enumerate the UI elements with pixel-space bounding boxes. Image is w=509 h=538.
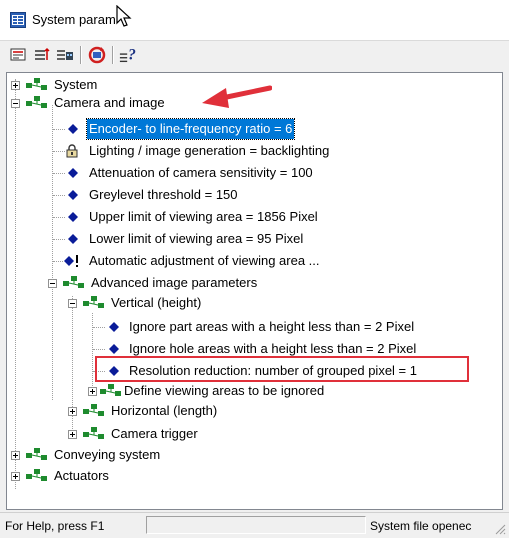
tree-connector <box>53 173 65 174</box>
tree-item-label: Encoder- to line-frequency ratio = 6 <box>85 118 296 140</box>
collapse-minus-icon[interactable] <box>68 299 77 308</box>
find-icon[interactable] <box>55 45 75 65</box>
tree-connector <box>93 327 105 328</box>
highlight-box <box>95 356 469 382</box>
folder-group-icon <box>26 448 47 460</box>
status-file-text: System file openec <box>370 519 472 533</box>
folder-group-icon <box>100 384 121 396</box>
folder-group-icon <box>83 404 104 416</box>
parameter-diamond-icon <box>68 124 78 134</box>
tree-item-label: Upper limit of viewing area = 1856 Pixel <box>89 209 318 224</box>
folder-group-icon <box>26 78 47 90</box>
tree-connector <box>53 217 65 218</box>
tree-item-label: Lower limit of viewing area = 95 Pixel <box>89 231 304 246</box>
tree-item-define-viewing-areas[interactable]: Define viewing areas to be ignored <box>7 381 487 401</box>
red-arrow-icon <box>202 85 272 108</box>
tree-item-label: Advanced image parameters <box>91 275 258 290</box>
tree-item-conveying-system[interactable]: Conveying system <box>7 445 487 465</box>
tree-item-label: Attenuation of camera sensitivity = 100 <box>89 165 313 180</box>
tree-item-label: Greylevel threshold = 150 <box>89 187 238 202</box>
open-icon[interactable] <box>9 45 29 65</box>
expand-plus-icon[interactable] <box>11 81 20 90</box>
tree-item-label: Lighting / image generation = backlighti… <box>89 143 330 158</box>
parameter-diamond-icon <box>68 168 78 178</box>
app-icon <box>10 12 26 28</box>
tree-item-label: Actuators <box>54 468 109 483</box>
parameter-diamond-icon <box>109 344 119 354</box>
tree-item-label: Vertical (height) <box>111 295 202 310</box>
parameter-diamond-icon <box>68 212 78 222</box>
lock-icon <box>66 144 78 158</box>
help-icon[interactable]: ? <box>119 45 139 65</box>
collapse-minus-icon[interactable] <box>48 279 57 288</box>
folder-group-icon <box>83 427 104 439</box>
title-bar: System param <box>0 0 509 41</box>
tree-item-label: Camera trigger <box>111 426 198 441</box>
toolbar-separator <box>80 46 82 64</box>
tree-connector <box>53 261 63 262</box>
save-icon[interactable] <box>32 45 52 65</box>
tree-item-label: Define viewing areas to be ignored <box>124 383 325 398</box>
resize-grip-icon[interactable] <box>494 523 506 535</box>
expand-plus-icon[interactable] <box>68 430 77 439</box>
tree-item-label: Conveying system <box>54 447 161 462</box>
status-help-text: For Help, press F1 <box>5 519 105 533</box>
parameter-warning-diamond-icon <box>64 255 78 267</box>
folder-group-icon <box>26 469 47 481</box>
refresh-icon[interactable] <box>87 45 107 65</box>
system-parameter-window: System param ? System Camera and image E… <box>0 0 509 538</box>
collapse-minus-icon[interactable] <box>11 99 20 108</box>
tree-item-label: Ignore part areas with a height less tha… <box>129 319 415 334</box>
status-panel <box>146 516 366 534</box>
expand-plus-icon[interactable] <box>68 407 77 416</box>
window-title: System param <box>32 12 116 27</box>
tree-item-camera-trigger[interactable]: Camera trigger <box>7 424 487 444</box>
tree-item-lighting[interactable]: Lighting / image generation = backlighti… <box>7 141 487 161</box>
tree-item-attenuation[interactable]: Attenuation of camera sensitivity = 100 <box>7 163 487 183</box>
tree-item-label: Horizontal (length) <box>111 403 218 418</box>
folder-group-icon <box>26 96 47 108</box>
tree-item-lower-limit[interactable]: Lower limit of viewing area = 95 Pixel <box>7 229 487 249</box>
tree-connector <box>53 195 65 196</box>
tree-item-ignore-part-areas[interactable]: Ignore part areas with a height less tha… <box>7 317 487 337</box>
expand-plus-icon[interactable] <box>11 451 20 460</box>
expand-plus-icon[interactable] <box>11 472 20 481</box>
folder-group-icon <box>83 296 104 308</box>
tree-item-actuators[interactable]: Actuators <box>7 466 487 486</box>
folder-group-icon <box>63 276 84 288</box>
expand-plus-icon[interactable] <box>88 387 97 396</box>
mouse-cursor-icon <box>116 5 132 27</box>
tree-item-greylevel[interactable]: Greylevel threshold = 150 <box>7 185 487 205</box>
parameter-diamond-icon <box>109 322 119 332</box>
tree-item-label: System <box>54 77 98 92</box>
tree-item-automatic-adjustment[interactable]: Automatic adjustment of viewing area ... <box>7 251 487 271</box>
tree-item-encoder-ratio[interactable]: Encoder- to line-frequency ratio = 6 <box>7 118 487 140</box>
status-bar: For Help, press F1 System file openec <box>0 512 509 538</box>
parameter-tree[interactable]: System Camera and image Encoder- to line… <box>6 72 503 510</box>
parameter-diamond-icon <box>68 234 78 244</box>
tree-connector <box>93 349 105 350</box>
toolbar: ? <box>5 42 505 68</box>
parameter-diamond-icon <box>68 190 78 200</box>
toolbar-separator <box>112 46 114 64</box>
tree-item-label: Automatic adjustment of viewing area ... <box>89 253 320 268</box>
tree-item-upper-limit[interactable]: Upper limit of viewing area = 1856 Pixel <box>7 207 487 227</box>
tree-item-advanced-image-parameters[interactable]: Advanced image parameters <box>7 273 487 293</box>
tree-item-vertical-height[interactable]: Vertical (height) <box>7 293 487 313</box>
tree-connector <box>53 129 65 130</box>
svg-text:?: ? <box>128 47 136 64</box>
tree-item-horizontal-length[interactable]: Horizontal (length) <box>7 401 487 421</box>
tree-item-label: Camera and image <box>54 95 165 110</box>
tree-connector <box>53 239 65 240</box>
tree-connector <box>53 151 65 152</box>
